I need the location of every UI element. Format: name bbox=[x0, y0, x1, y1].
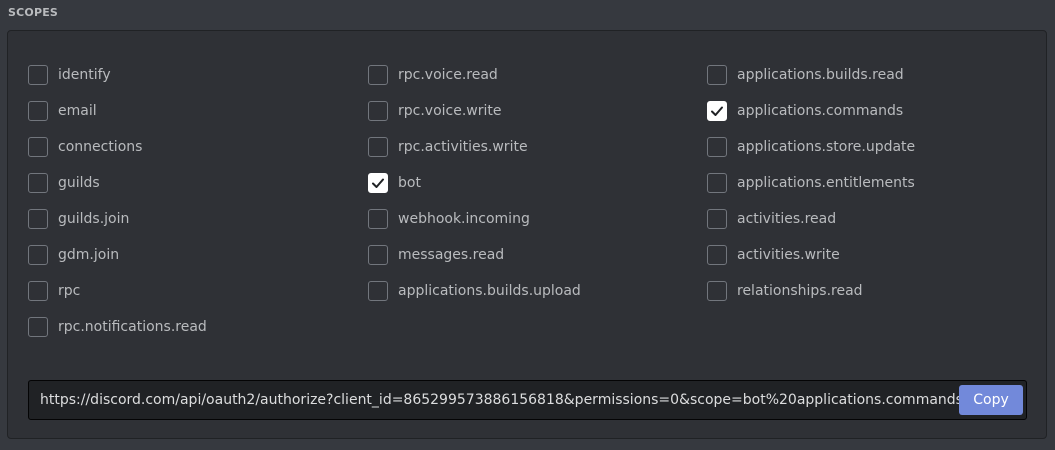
scope-label: applications.store.update bbox=[737, 139, 916, 155]
scope-row-rpc-notifications-read[interactable]: rpc.notifications.read bbox=[28, 315, 207, 339]
scope-checkbox-email[interactable] bbox=[28, 101, 48, 121]
scope-label: email bbox=[58, 103, 97, 119]
scope-row-rpc[interactable]: rpc bbox=[28, 279, 207, 303]
scope-row-connections[interactable]: connections bbox=[28, 135, 207, 159]
scope-row-rpc-activities-write[interactable]: rpc.activities.write bbox=[368, 135, 581, 159]
scope-checkbox-activities-read[interactable] bbox=[707, 209, 727, 229]
scope-column-3: applications.builds.read applications.co… bbox=[707, 63, 915, 315]
scope-checkbox-applications-entitlements[interactable] bbox=[707, 173, 727, 193]
scope-checkbox-applications-commands[interactable] bbox=[707, 101, 727, 121]
scope-label: guilds.join bbox=[58, 211, 130, 227]
scope-checkbox-activities-write[interactable] bbox=[707, 245, 727, 265]
scope-row-applications-builds-upload[interactable]: applications.builds.upload bbox=[368, 279, 581, 303]
scope-row-identify[interactable]: identify bbox=[28, 63, 207, 87]
scope-checkbox-guilds-join[interactable] bbox=[28, 209, 48, 229]
scope-row-activities-write[interactable]: activities.write bbox=[707, 243, 915, 267]
scope-checkbox-applications-store-update[interactable] bbox=[707, 137, 727, 157]
scope-checkbox-rpc-notifications-read[interactable] bbox=[28, 317, 48, 337]
scope-column-1: identify email connections guilds guilds bbox=[28, 63, 207, 351]
scope-label: applications.entitlements bbox=[737, 175, 915, 191]
scope-checkbox-applications-builds-upload[interactable] bbox=[368, 281, 388, 301]
scope-label: applications.builds.upload bbox=[398, 283, 581, 299]
generated-url-field[interactable]: https://discord.com/api/oauth2/authorize… bbox=[28, 380, 1027, 420]
scope-label: connections bbox=[58, 139, 143, 155]
scope-label: rpc.voice.write bbox=[398, 103, 502, 119]
scope-checkbox-rpc-voice-write[interactable] bbox=[368, 101, 388, 121]
scope-row-applications-store-update[interactable]: applications.store.update bbox=[707, 135, 915, 159]
scope-row-applications-commands[interactable]: applications.commands bbox=[707, 99, 915, 123]
scope-checkbox-connections[interactable] bbox=[28, 137, 48, 157]
scope-label: rpc.voice.read bbox=[398, 67, 498, 83]
scope-checkbox-applications-builds-read[interactable] bbox=[707, 65, 727, 85]
copy-button[interactable]: Copy bbox=[959, 385, 1023, 415]
scope-label: activities.read bbox=[737, 211, 837, 227]
scope-label: guilds bbox=[58, 175, 100, 191]
scope-row-applications-entitlements[interactable]: applications.entitlements bbox=[707, 171, 915, 195]
scope-checkbox-rpc[interactable] bbox=[28, 281, 48, 301]
scope-label: rpc.activities.write bbox=[398, 139, 528, 155]
scope-row-rpc-voice-write[interactable]: rpc.voice.write bbox=[368, 99, 581, 123]
scope-label: activities.write bbox=[737, 247, 840, 263]
scope-label: gdm.join bbox=[58, 247, 120, 263]
scope-row-applications-builds-read[interactable]: applications.builds.read bbox=[707, 63, 915, 87]
scope-row-guilds-join[interactable]: guilds.join bbox=[28, 207, 207, 231]
scope-checkbox-messages-read[interactable] bbox=[368, 245, 388, 265]
scope-checkbox-guilds[interactable] bbox=[28, 173, 48, 193]
scope-label: identify bbox=[58, 67, 111, 83]
scope-label: applications.commands bbox=[737, 103, 904, 119]
scope-checkbox-identify[interactable] bbox=[28, 65, 48, 85]
scopes-panel: identify email connections guilds guilds bbox=[7, 30, 1047, 439]
scope-row-guilds[interactable]: guilds bbox=[28, 171, 207, 195]
scope-row-messages-read[interactable]: messages.read bbox=[368, 243, 581, 267]
scope-label: webhook.incoming bbox=[398, 211, 530, 227]
scope-row-bot[interactable]: bot bbox=[368, 171, 581, 195]
scope-row-rpc-voice-read[interactable]: rpc.voice.read bbox=[368, 63, 581, 87]
section-title: SCOPES bbox=[8, 6, 59, 19]
scope-checkbox-rpc-activities-write[interactable] bbox=[368, 137, 388, 157]
scope-column-2: rpc.voice.read rpc.voice.write rpc.activ… bbox=[368, 63, 581, 315]
scope-label: relationships.read bbox=[737, 283, 863, 299]
scope-row-email[interactable]: email bbox=[28, 99, 207, 123]
check-icon bbox=[372, 178, 384, 188]
scope-row-relationships-read[interactable]: relationships.read bbox=[707, 279, 915, 303]
scope-checkbox-bot[interactable] bbox=[368, 173, 388, 193]
scope-checkbox-webhook-incoming[interactable] bbox=[368, 209, 388, 229]
scope-label: messages.read bbox=[398, 247, 505, 263]
generated-url-text[interactable]: https://discord.com/api/oauth2/authorize… bbox=[40, 381, 963, 419]
scope-checkbox-relationships-read[interactable] bbox=[707, 281, 727, 301]
scope-checkbox-gdm-join[interactable] bbox=[28, 245, 48, 265]
scope-row-gdm-join[interactable]: gdm.join bbox=[28, 243, 207, 267]
scope-label: rpc.notifications.read bbox=[58, 319, 207, 335]
scope-row-activities-read[interactable]: activities.read bbox=[707, 207, 915, 231]
scope-label: bot bbox=[398, 175, 421, 191]
scope-label: rpc bbox=[58, 283, 81, 299]
check-icon bbox=[711, 106, 723, 116]
scope-checkbox-rpc-voice-read[interactable] bbox=[368, 65, 388, 85]
scope-label: applications.builds.read bbox=[737, 67, 904, 83]
scope-row-webhook-incoming[interactable]: webhook.incoming bbox=[368, 207, 581, 231]
